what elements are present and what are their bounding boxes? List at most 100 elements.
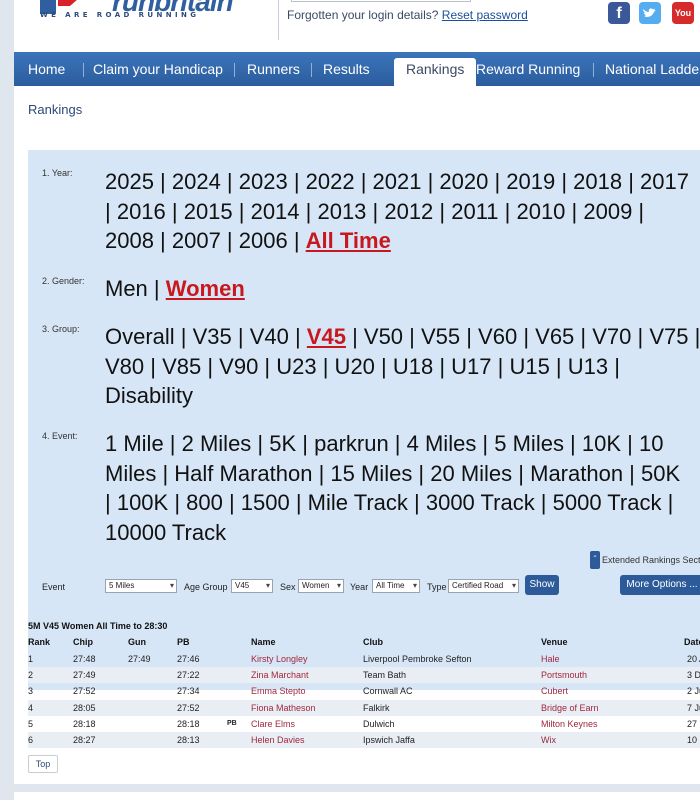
chevron-down-icon: ▾ [265, 581, 270, 590]
name-link[interactable]: Helen Davies [251, 735, 305, 745]
chevron-down-icon: ▾ [169, 581, 174, 590]
reset-password-link[interactable]: Reset password [442, 8, 528, 22]
date-cell: 27 Nov 10 [687, 718, 700, 729]
year-select[interactable]: All Time ▾ [372, 579, 420, 593]
col-rank: Rank [28, 637, 51, 647]
venue-link[interactable]: Wix [541, 735, 556, 745]
year-selected[interactable]: All Time [306, 228, 391, 253]
nav-results[interactable]: Results [323, 61, 370, 77]
youtube-icon[interactable]: You [672, 2, 694, 24]
pb-cell: 28:18 [177, 718, 200, 729]
twitter-icon[interactable] [639, 2, 661, 24]
table-row: 2 27:49 27:22 Zina Marchant Team Bath Portsmo… [28, 667, 700, 684]
chip-cell: 28:27 [73, 735, 96, 745]
name-link[interactable]: Fiona Matheson [251, 703, 316, 713]
nav-runners[interactable]: Runners [247, 61, 300, 77]
table-row: 3 27:52 27:34 Emma Stepto Cornwall AC Cubert 2… [28, 683, 700, 699]
name-link[interactable]: Clare Elms [251, 719, 295, 729]
site-header: runbritain WE ARE ROAD RUNNING Forgotten… [14, 0, 700, 52]
chevron-down-icon: ▾ [336, 581, 341, 590]
year-label: 1. Year: [42, 168, 73, 178]
gender-label: 2. Gender: [42, 276, 85, 286]
rank-cell: 5 [28, 718, 34, 729]
login-field[interactable] [291, 0, 471, 2]
sex-label: Sex [280, 582, 296, 592]
nav-separator [234, 63, 235, 77]
nav-separator [593, 63, 594, 77]
nav-claim-handicap[interactable]: Claim your Handicap [93, 61, 223, 77]
table-row: 6 28:27 28:13 Helen Davies Ipswich Jaffa Wix 1… [28, 732, 700, 748]
date-cell: 10 Nov 24 [687, 735, 700, 745]
gun-cell: 27:49 [128, 654, 151, 664]
venue-link[interactable]: Portsmouth [541, 670, 587, 680]
name-link[interactable]: Emma Stepto [251, 686, 306, 696]
date-cell: 2 Jun 13 [687, 686, 700, 697]
nav-reward-running[interactable]: Reward Running [476, 61, 580, 77]
date-cell: 7 Jul 10 [687, 702, 700, 713]
login-area: Forgotten your login details? Reset pass… [278, 0, 608, 40]
club-cell: Liverpool Pembroke Sefton [363, 654, 472, 664]
pb-cell: 27:22 [177, 670, 200, 681]
back-to-top-button[interactable]: Top [28, 755, 58, 773]
nav-separator [311, 63, 312, 77]
nav-separator [83, 63, 84, 77]
rankings-table-title: 5M V45 Women All Time to 28:30 [28, 621, 168, 631]
main-nav: Home Claim your Handicap Runners Results… [14, 52, 700, 86]
chevron-down-icon: ▾ [511, 581, 516, 590]
extended-rankings-toggle[interactable]: - [590, 551, 600, 569]
event-options[interactable]: 1 Mile | 2 Miles | 5K | parkrun | 4 Mile… [105, 429, 700, 547]
nav-rankings[interactable]: Rankings [394, 58, 476, 86]
venue-link[interactable]: Hale [541, 654, 560, 664]
age-group-label: Age Group [184, 582, 228, 592]
rankings-filter-box: 1. Year: 2025 | 2024 | 2023 | 2022 | 202… [28, 150, 700, 690]
chip-cell: 27:52 [73, 686, 96, 697]
name-link[interactable]: Kirsty Longley [251, 654, 308, 664]
pb-cell: 28:13 [177, 735, 200, 745]
name-link[interactable]: Zina Marchant [251, 670, 309, 680]
pb-cell: 27:52 [177, 702, 200, 713]
more-options-button[interactable]: More Options ... [620, 575, 700, 595]
club-cell: Cornwall AC [363, 686, 413, 697]
group-options[interactable]: Overall | V35 | V40 | V45 | V50 | V55 | … [105, 322, 700, 411]
chevron-down-icon: ▾ [412, 581, 417, 590]
table-row: 5 28:18 28:18 Clare Elms Dulwich Milton Keyne… [28, 716, 700, 732]
venue-link[interactable]: Bridge of Earn [541, 703, 599, 713]
extended-rankings-label: Extended Rankings Sectio [602, 555, 700, 565]
chip-cell: 28:05 [73, 702, 96, 713]
nav-national-ladder[interactable]: National Ladde [605, 61, 699, 77]
col-venue: Venue [541, 637, 568, 647]
club-cell: Falkirk [363, 702, 390, 713]
col-club: Club [363, 637, 383, 647]
col-gun: Gun [128, 637, 146, 647]
sex-select[interactable]: Women ▾ [298, 579, 344, 593]
venue-link[interactable]: Milton Keynes [541, 719, 598, 729]
table-row: 1 27:48 27:49 27:46 Kirsty Longley Liverpool … [28, 651, 700, 667]
age-group-select[interactable]: V45 ▾ [231, 579, 273, 593]
table-row: 4 28:05 27:52 Fiona Matheson Falkirk Bridge o… [28, 699, 700, 716]
col-date: Date [684, 637, 700, 647]
page-title: Rankings [28, 102, 83, 117]
type-select[interactable]: Certified Road ▾ [448, 579, 519, 593]
event-select[interactable]: 5 Miles ▾ [105, 579, 177, 593]
facebook-icon[interactable]: f [608, 2, 630, 24]
group-label: 3. Group: [42, 324, 80, 334]
event-label: 4. Event: [42, 431, 78, 441]
nav-home[interactable]: Home [28, 61, 65, 77]
show-button[interactable]: Show [525, 575, 559, 595]
rank-cell: 2 [28, 670, 34, 681]
rank-cell: 6 [28, 735, 34, 745]
rank-cell: 3 [28, 686, 34, 697]
venue-link[interactable]: Cubert [541, 686, 568, 696]
gender-selected[interactable]: Women [166, 276, 245, 301]
pb-cell: 27:46 [177, 654, 200, 664]
col-chip: Chip [73, 637, 93, 647]
event-select-label: Event [42, 582, 66, 592]
year-options[interactable]: 2025 | 2024 | 2023 | 2022 | 2021 | 2020 … [105, 167, 700, 256]
gender-options[interactable]: Men | Women [105, 274, 700, 304]
club-cell: Ipswich Jaffa [363, 735, 415, 745]
chip-cell: 27:49 [73, 670, 96, 681]
site-tagline: WE ARE ROAD RUNNING [40, 11, 200, 19]
chip-cell: 28:18 [73, 718, 96, 729]
group-selected[interactable]: V45 [307, 324, 346, 349]
rank-cell: 1 [28, 654, 34, 664]
